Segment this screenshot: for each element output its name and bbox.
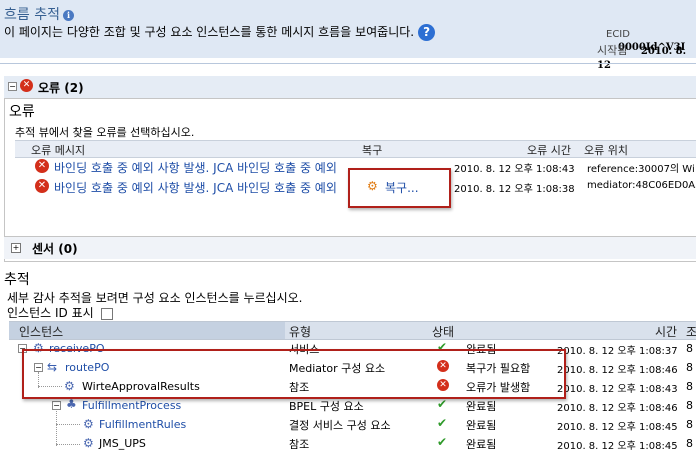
error-icon: ✕ (35, 179, 49, 193)
error-icon: ✕ (20, 79, 33, 92)
instance-time: 2010. 8. 12 오후 1:08:46 (557, 365, 678, 376)
description-text: 이 페이지는 다양한 조합 및 구성 요소 인스턴스를 통한 메시지 흐름을 보… (4, 25, 415, 39)
ecid-label: ECID (606, 29, 630, 40)
instance-state: 완료됨 (466, 438, 497, 451)
col-instance[interactable]: 인스턴스 (19, 323, 63, 340)
instance-extra: 8 (686, 418, 693, 431)
help-icon[interactable]: ? (418, 24, 436, 41)
check-icon: ✔ (437, 397, 448, 411)
rules-icon: ⚙ (83, 417, 94, 431)
sensors-title: 센서 (0) (32, 242, 78, 256)
reference-icon: ⚙ (83, 436, 94, 450)
recover-link[interactable]: 복구... (385, 179, 419, 196)
show-instance-id[interactable]: 인스턴스 ID 표시 (7, 304, 114, 321)
recover-highlight: ⚙ 복구... (348, 168, 451, 208)
col-time[interactable]: 시간 (655, 323, 677, 340)
error-location: reference:30007의 Wi (587, 164, 695, 175)
check-icon: ✔ (437, 435, 448, 449)
table-row[interactable]: ⚙ FulfillmentRules 결정 서비스 구성 요소 ✔ 완료됨 20… (9, 415, 696, 433)
error-time: 2010. 8. 12 오후 1:08:38 (454, 184, 575, 195)
error-message-link[interactable]: 바인딩 호출 중 예외 사항 발생. JCA 바인딩 호출 중 예외 (54, 179, 337, 196)
errors-instruction: 추적 뷰에서 찾을 오류를 선택하십시오. (15, 126, 195, 139)
instance-time: 2010. 8. 12 오후 1:08:46 (557, 403, 678, 414)
info-icon[interactable]: i (62, 9, 74, 21)
started-label: 시작됨 (597, 44, 628, 57)
error-time: 2010. 8. 12 오후 1:08:43 (454, 164, 575, 175)
page-title-text: 흐름 추적 (4, 7, 60, 23)
instance-state: 완료됨 (466, 419, 497, 432)
collapse-icon[interactable]: − (52, 401, 61, 410)
instance-name[interactable]: JMS_UPS (99, 437, 146, 450)
sensors-panel-header[interactable]: + 센서 (0) (4, 236, 696, 259)
show-id-label: 인스턴스 ID 표시 (7, 306, 94, 320)
col-recovery[interactable]: 복구 (362, 142, 382, 158)
trace-section-title: 추적 (4, 272, 30, 288)
instance-link[interactable]: FulfillmentRules (99, 418, 186, 431)
instance-type: 결정 서비스 구성 요소 (289, 419, 391, 432)
trace-table-header: 인스턴스 유형 상태 시간 조 (9, 321, 696, 340)
instance-link[interactable]: FulfillmentProcess (82, 399, 181, 412)
error-icon: ✕ (35, 159, 49, 173)
started-field: 시작됨 2010. 8. 12 (597, 42, 696, 71)
col-state[interactable]: 상태 (432, 323, 454, 340)
col-extra[interactable]: 조 (686, 323, 696, 340)
page-description: 이 페이지는 다양한 조합 및 구성 요소 인스턴스를 통한 메시지 흐름을 보… (4, 23, 436, 41)
divider (0, 63, 696, 64)
instance-extra: 8 (686, 361, 693, 374)
page-title: 흐름 추적 i (4, 4, 74, 24)
error-message-link[interactable]: 바인딩 호출 중 예외 사항 발생. JCA 바인딩 호출 중 예외 (54, 159, 337, 176)
check-icon: ✔ (437, 416, 448, 430)
error-location: mediator:48C06ED0A5 (587, 180, 696, 191)
instance-type: 참조 (289, 438, 310, 451)
instance-time: 2010. 8. 12 오후 1:08:45 (557, 441, 678, 452)
instance-state: 완료됨 (466, 400, 497, 413)
col-type[interactable]: 유형 (289, 323, 311, 340)
col-error-location[interactable]: 오류 위치 (584, 142, 628, 158)
errors-section-title: 오류 (9, 104, 35, 120)
instance-extra: 8 (686, 380, 693, 393)
instance-time: 2010. 8. 12 오후 1:08:45 (557, 422, 678, 433)
instance-type: BPEL 구성 요소 (289, 400, 364, 413)
errors-panel-title: 오류 (2) (38, 81, 84, 95)
table-row[interactable]: ⚙ JMS_UPS 참조 ✔ 완료됨 2010. 8. 12 오후 1:08:4… (9, 434, 696, 452)
instance-extra: 8 (686, 437, 693, 450)
error-rows-highlight (22, 349, 566, 399)
errors-panel-header[interactable]: − ✕ 오류 (2) (4, 76, 696, 99)
show-id-checkbox[interactable] (101, 307, 114, 320)
col-error-time[interactable]: 오류 시간 (527, 142, 571, 158)
recover-icon: ⚙ (367, 179, 378, 193)
instance-extra: 8 (686, 342, 693, 355)
instance-extra: 8 (686, 399, 693, 412)
instance-time: 2010. 8. 12 오후 1:08:43 (557, 384, 678, 395)
errors-table-header: 오류 메시지 복구 오류 시간 오류 위치 (15, 140, 696, 158)
expand-icon[interactable]: + (11, 243, 21, 253)
col-error-message[interactable]: 오류 메시지 (31, 142, 85, 158)
collapse-icon[interactable]: − (8, 82, 17, 91)
instance-time: 2010. 8. 12 오후 1:08:37 (557, 346, 678, 357)
